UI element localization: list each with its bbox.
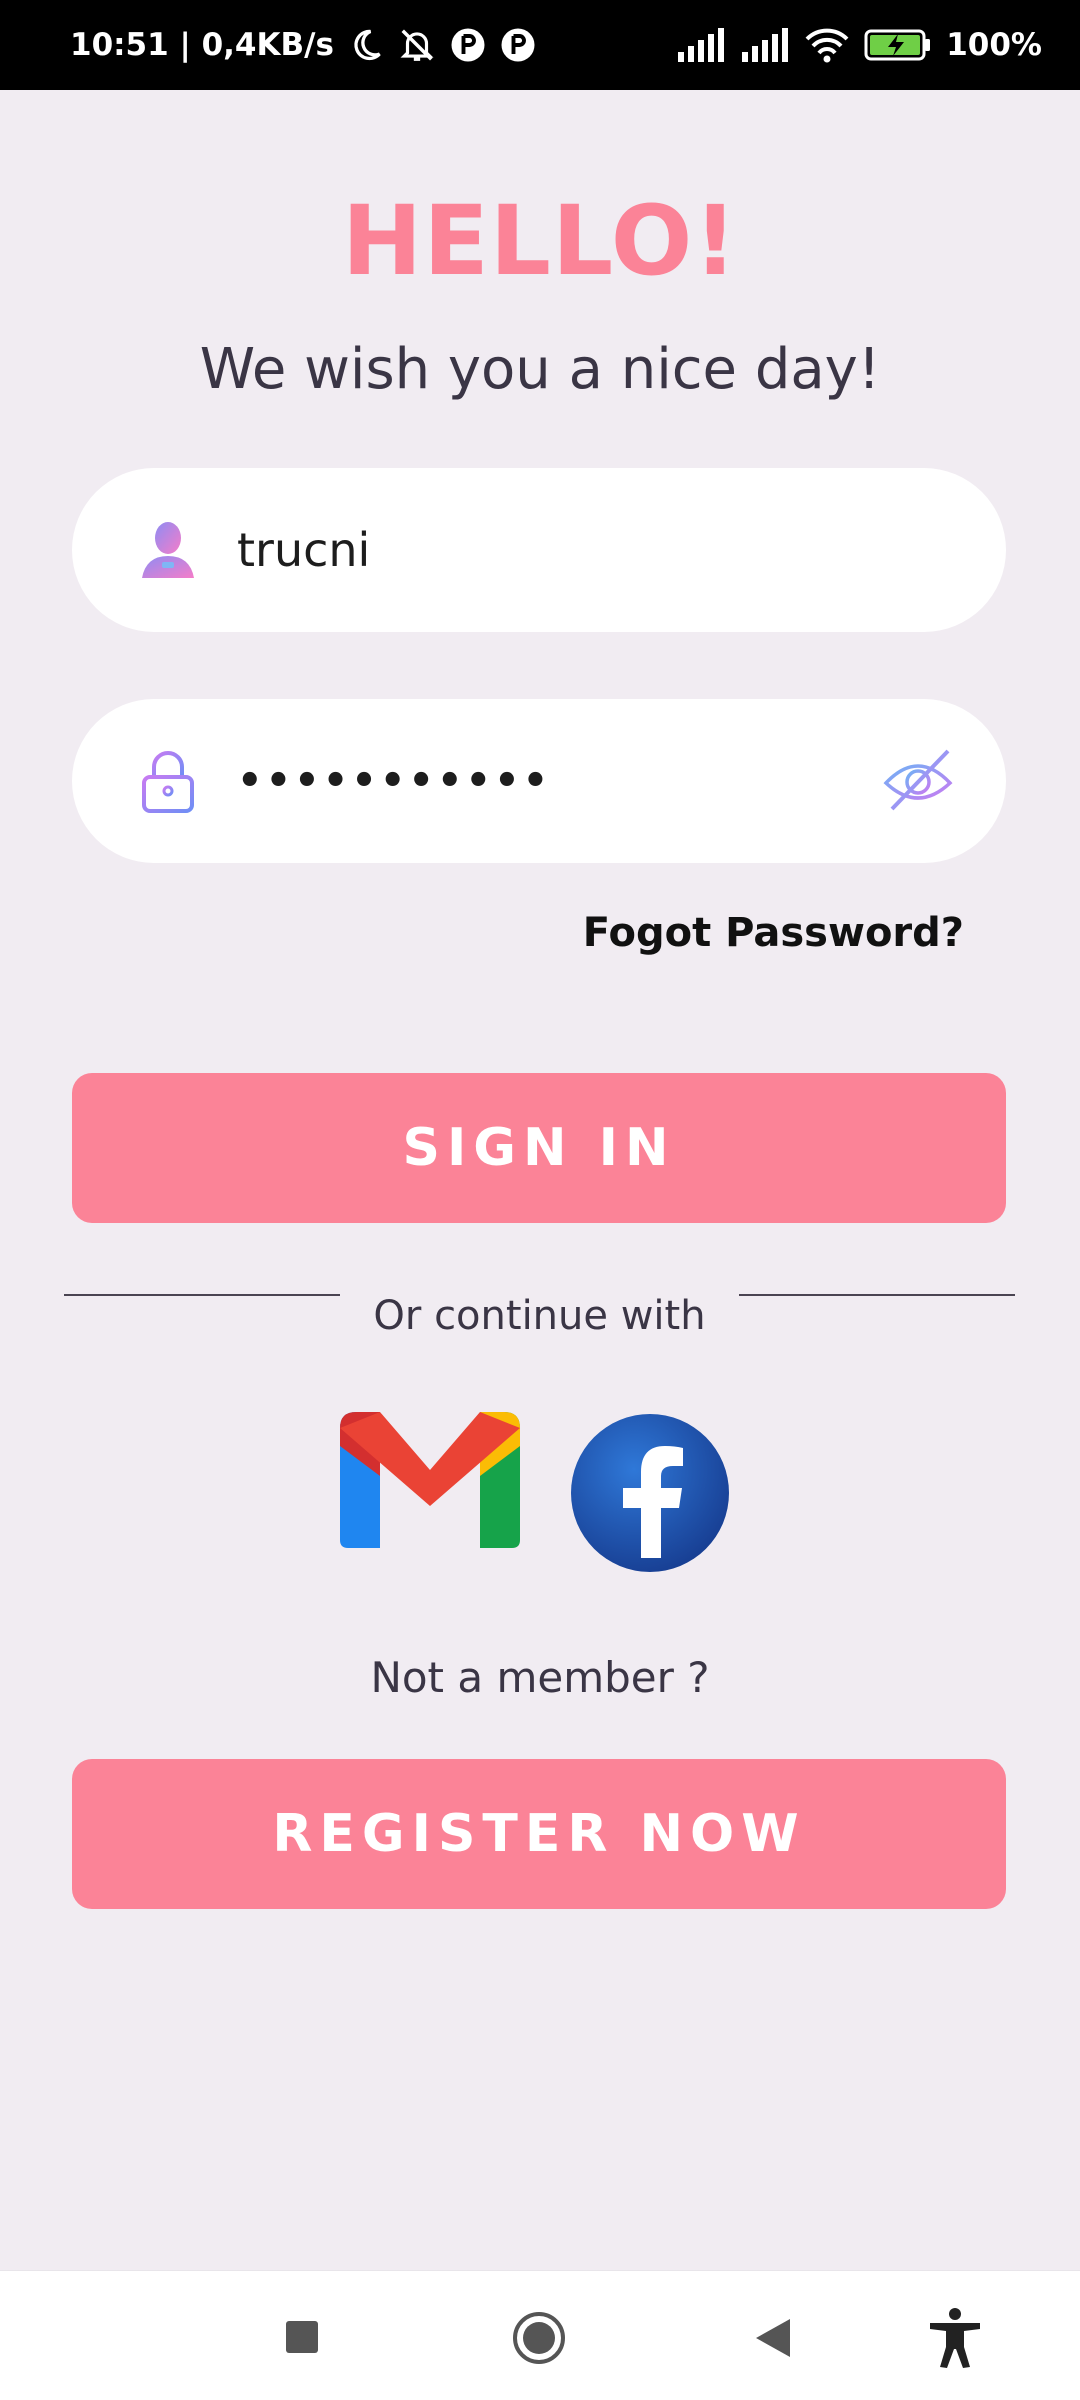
eye-off-icon[interactable]: [882, 745, 954, 817]
app-notification-icon: [451, 28, 485, 62]
username-value: trucni: [237, 523, 371, 577]
or-continue-text: Or continue with: [373, 1293, 706, 1339]
navigation-bar: [0, 2270, 1080, 2400]
gmail-icon[interactable]: [340, 1410, 520, 1550]
sign-in-button[interactable]: SIGN IN: [72, 1073, 1006, 1223]
page-subtitle: We wish you a nice day!: [199, 337, 881, 402]
facebook-icon[interactable]: [569, 1412, 731, 1574]
status-bar: 10:51 | 0,4KB/s 100%: [0, 0, 1080, 90]
home-icon[interactable]: [512, 2311, 566, 2365]
page-title: HELLO!: [341, 185, 739, 297]
moon-icon: [354, 29, 381, 61]
password-value: •••••••••••: [237, 758, 552, 804]
app-notification-icon: [501, 28, 535, 62]
divider-left: [64, 1294, 340, 1296]
status-left: 10:51 | 0,4KB/s: [70, 26, 536, 64]
back-icon[interactable]: [752, 2317, 792, 2359]
register-now-button[interactable]: REGISTER NOW: [72, 1759, 1006, 1909]
signal-icon: [742, 28, 789, 62]
password-field[interactable]: •••••••••••: [72, 699, 1006, 863]
divider-right: [739, 1294, 1015, 1296]
not-member-text: Not a member ?: [370, 1653, 710, 1702]
status-time-speed: 10:51 | 0,4KB/s: [70, 27, 334, 63]
wifi-icon: [805, 28, 849, 63]
username-field[interactable]: trucni: [72, 468, 1006, 632]
bell-off-icon: [400, 29, 434, 61]
user-icon: [142, 522, 194, 578]
recents-icon[interactable]: [284, 2319, 320, 2355]
status-right: 100%: [676, 27, 1042, 63]
forgot-password-link[interactable]: Fogot Password?: [583, 910, 964, 956]
signal-icon: [678, 28, 725, 62]
accessibility-icon[interactable]: [928, 2307, 982, 2369]
login-screen: HELLO! We wish you a nice day! trucni ••…: [0, 90, 1080, 2270]
battery-charging-icon: [864, 29, 931, 61]
battery-percent: 100%: [946, 27, 1042, 63]
lock-icon: [142, 751, 194, 813]
